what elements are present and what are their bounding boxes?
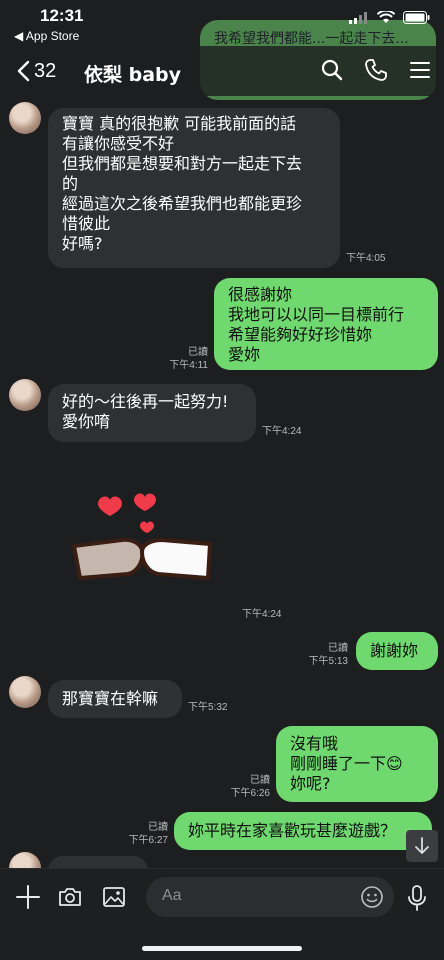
chat-header: 32 依梨 baby [0,46,444,96]
message-line: 很感謝妳 [228,285,293,304]
message-line: 好的～往後再一起努力! [62,392,229,411]
message-line: 沒有哦 [290,734,339,753]
chevron-left-icon [17,60,30,82]
message-line: 愛妳 [228,345,261,364]
clock: 12:31 [40,6,84,25]
chat-screen: 我希望我們都能...一起走下去... 12:31 ◀ App Store 32 … [0,0,444,960]
message-time: 下午6:27 [128,835,168,846]
wifi-icon [377,11,395,23]
message-line: 但我們都是想要和對方一起走下去 [62,154,303,173]
heart-icon [134,493,156,511]
message-line: 的 [62,174,79,193]
search-icon[interactable] [320,58,344,82]
outgoing-message[interactable]: 謝謝妳 [356,632,438,670]
message-line: 愛你唷 [62,412,111,431]
message-time: 下午5:32 [188,702,228,713]
plus-icon[interactable] [16,885,40,909]
avatar[interactable] [9,379,41,411]
read-receipt: 已讀 [188,347,208,358]
fist-bump-sticker[interactable] [72,490,212,590]
avatar[interactable] [9,676,41,708]
status-bar: 12:31 ◀ App Store [0,0,444,46]
back-to-app-store[interactable]: ◀ App Store [14,29,79,43]
heart-icon [98,496,122,516]
battery-icon [403,11,430,24]
message-input[interactable]: Aa [146,877,394,917]
image-icon[interactable] [102,885,126,909]
message-line: 謝謝妳 [370,641,419,660]
chat-title: 依梨 baby [84,64,182,86]
message-time: 下午4:11 [169,360,208,371]
incoming-message[interactable]: 好的～往後再一起努力! 愛你唷 [48,384,256,442]
message-time: 下午4:05 [346,253,386,264]
read-receipt: 已讀 [328,643,348,654]
message-line: 惜彼此 [62,214,111,233]
message-line: 經過這次之後希望我們也都能更珍 [62,194,303,213]
message-line: 希望能夠好好珍惜妳 [228,325,373,344]
input-placeholder: Aa [162,887,182,904]
microphone-icon[interactable] [406,885,428,911]
message-time: 下午6:26 [230,788,270,799]
read-receipt: 已讀 [250,775,270,786]
incoming-message[interactable]: 那寶寶在幹嘛 [48,680,182,718]
back-button[interactable]: 32 [16,56,76,86]
message-line: 妳平時在家喜歡玩甚麼遊戲？ [188,821,397,840]
read-receipt: 已讀 [148,822,168,833]
arrow-down-icon [415,837,429,854]
message-line: 寶寶 真的很抱歉 可能我前面的話 [62,114,297,133]
menu-icon[interactable] [408,58,432,82]
header-actions [320,58,432,82]
message-time: 下午4:24 [242,609,282,620]
message-line: 那寶寶在幹嘛 [62,689,159,708]
outgoing-message[interactable]: 沒有哦 剛剛睡了一下😊 妳呢? [276,726,438,802]
brown-fist [72,537,145,580]
emoji-icon[interactable] [360,885,384,909]
heart-icon [140,521,154,533]
system-icons [349,11,430,24]
camera-icon[interactable] [58,885,82,909]
phone-icon[interactable] [364,58,388,82]
home-indicator[interactable] [142,946,302,951]
message-line: 有讓你感受不好 [62,134,175,153]
avatar[interactable] [9,102,41,134]
incoming-message[interactable]: 寶寶 真的很抱歉 可能我前面的話 有讓你感受不好 但我們都是想要和對方一起走下去… [48,108,340,268]
unread-count: 32 [34,59,57,82]
message-time: 下午5:13 [308,656,348,667]
message-line: 我地可以以同一目標前行 [228,305,405,324]
signal-icon [349,11,367,24]
white-fist [140,538,212,580]
outgoing-message[interactable]: 妳平時在家喜歡玩甚麼遊戲？ [174,812,432,850]
outgoing-message[interactable]: 很感謝妳 我地可以以同一目標前行 希望能夠好好珍惜妳 愛妳 [214,278,438,370]
message-line: 剛剛睡了一下😊 [290,754,403,773]
scroll-to-bottom-button[interactable] [406,830,438,862]
message-line: 好嗎? [62,234,103,253]
message-time: 下午4:24 [262,426,302,437]
message-line: 妳呢? [290,774,331,793]
